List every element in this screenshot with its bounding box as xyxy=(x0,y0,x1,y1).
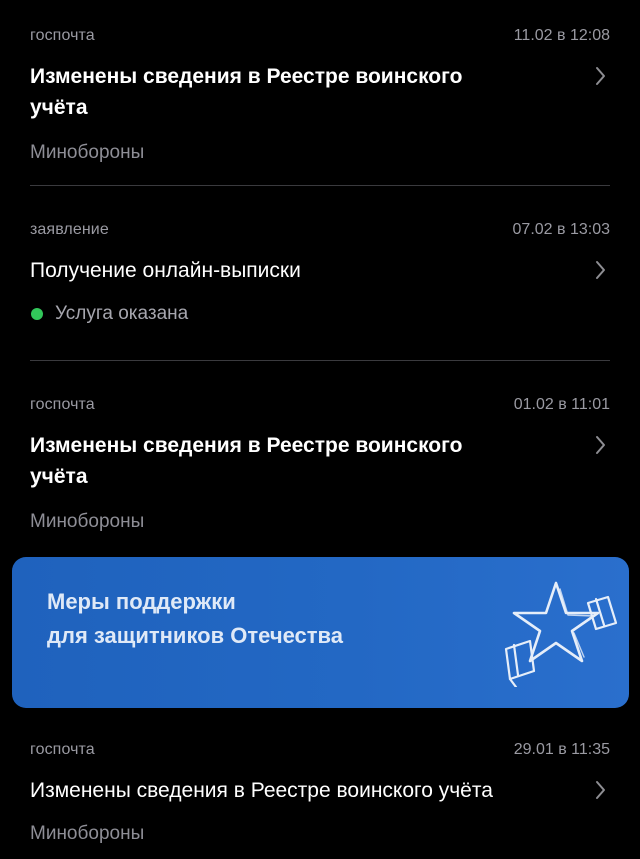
notification-date: 01.02 в 11:01 xyxy=(513,396,610,413)
notification-date: 07.02 в 13:03 xyxy=(512,221,610,238)
notification-meta: госпочта 29.01 в 11:35 xyxy=(30,740,610,760)
notification-type: госпочта xyxy=(30,27,95,44)
star-flag-icon xyxy=(504,581,618,687)
banner-text: Меры поддержки для защитников Отечества xyxy=(47,585,343,653)
notification-type: госпочта xyxy=(30,396,95,413)
banner-line: для защитников Отечества xyxy=(47,623,344,648)
notification-title-row: Изменены сведения в Реестре воинского уч… xyxy=(30,61,610,123)
notification-title: Изменены сведения в Реестре воинского уч… xyxy=(30,779,493,802)
status-label: Услуга оказана xyxy=(55,303,189,324)
notification-date: 11.02 в 12:08 xyxy=(513,27,610,44)
notification-item[interactable]: госпочта 01.02 в 11:01 Изменены сведения… xyxy=(30,395,610,533)
notification-type: госпочта xyxy=(30,741,95,758)
notification-title: Изменены сведения в Реестре воинского уч… xyxy=(30,61,570,123)
notification-title-row: Изменены сведения в Реестре воинского уч… xyxy=(30,775,610,806)
notification-item[interactable]: госпочта 11.02 в 12:08 Изменены сведения… xyxy=(30,26,610,164)
chevron-right-icon xyxy=(596,436,605,454)
notification-item[interactable]: заявление 07.02 в 13:03 Получение онлайн… xyxy=(30,220,610,325)
chevron-right-icon xyxy=(596,261,605,279)
notification-meta: госпочта 11.02 в 12:08 xyxy=(30,26,610,46)
chevron-right-icon xyxy=(596,781,605,799)
notification-title-row: Изменены сведения в Реестре воинского уч… xyxy=(30,430,610,492)
notification-title-line: Изменены сведения в Реестре воинского xyxy=(30,434,463,457)
notification-title: Получение онлайн-выписки xyxy=(30,259,301,282)
divider xyxy=(30,360,610,361)
notification-sender: Минобороны xyxy=(30,511,145,532)
notification-title-line: учёта xyxy=(30,96,88,119)
notification-meta: госпочта 01.02 в 11:01 xyxy=(30,395,610,415)
notification-date: 29.01 в 11:35 xyxy=(513,741,610,758)
notification-title-line: учёта xyxy=(30,465,88,488)
notification-title-line: Изменены сведения в Реестре воинского xyxy=(30,65,463,88)
notification-sender: Минобороны xyxy=(30,142,145,163)
divider xyxy=(30,185,610,186)
notification-type: заявление xyxy=(30,221,109,238)
chevron-right-icon xyxy=(596,67,605,85)
notification-title: Изменены сведения в Реестре воинского уч… xyxy=(30,430,570,492)
banner-line: Меры поддержки xyxy=(47,589,236,614)
notification-item[interactable]: госпочта 29.01 в 11:35 Изменены сведения… xyxy=(30,740,610,845)
status-dot-icon xyxy=(31,308,43,320)
notification-sender: Минобороны xyxy=(30,823,145,844)
notification-title-row: Получение онлайн-выписки xyxy=(30,255,610,286)
notifications-feed: госпочта 11.02 в 12:08 Изменены сведения… xyxy=(0,0,640,859)
promo-banner[interactable]: Меры поддержки для защитников Отечества xyxy=(12,557,629,708)
notification-meta: заявление 07.02 в 13:03 xyxy=(30,220,610,240)
service-status: Услуга оказана xyxy=(30,303,610,325)
